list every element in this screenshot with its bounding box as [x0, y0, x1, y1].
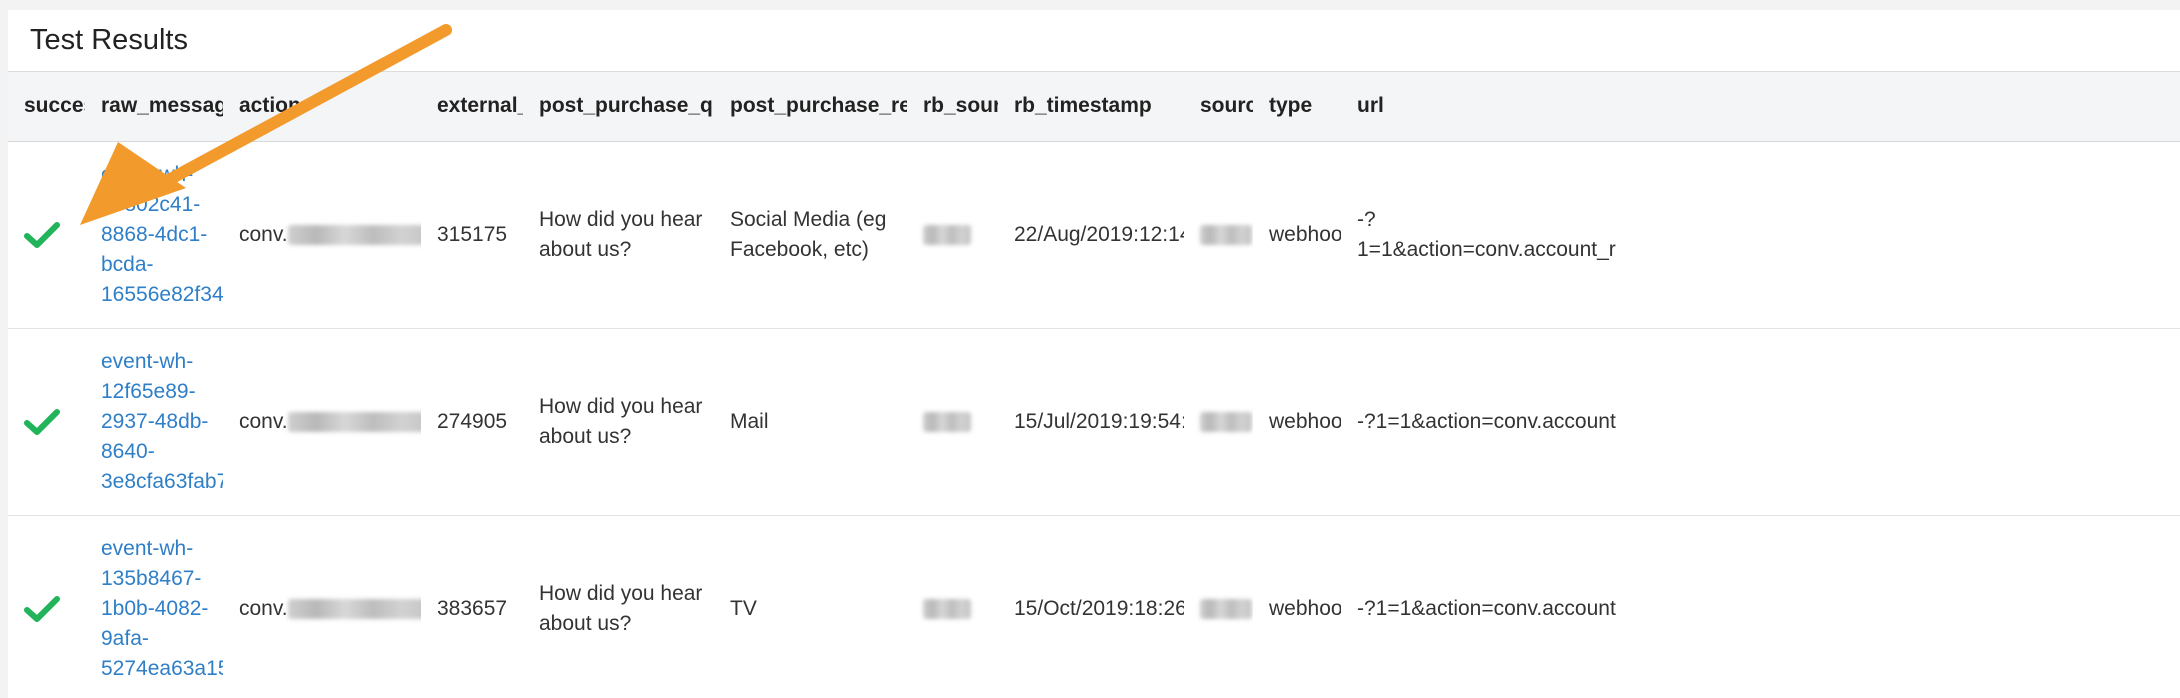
success-cell	[8, 515, 85, 698]
post-purchase-response-cell: Mail	[714, 328, 907, 516]
column-header-action[interactable]: action	[223, 72, 421, 142]
column-header-post-purchase-response[interactable]: post_purchase_response	[714, 72, 907, 142]
source-cell	[1184, 515, 1253, 698]
action-prefix: conv.	[239, 409, 288, 433]
post-purchase-response-cell: Social Media (eg Facebook, etc)	[714, 141, 907, 329]
post-purchase-question-cell: How did you hear about us?	[523, 141, 714, 329]
panel-header: Test Results	[8, 10, 2180, 72]
rb-source-cell	[907, 515, 998, 698]
panel-title: Test Results	[30, 24, 188, 56]
redacted-block	[1200, 411, 1252, 432]
url-cell: -?1=1&action=conv.account	[1341, 328, 2180, 516]
raw-message-id-link[interactable]: event-wh- 20802c41- 8868-4dc1- bcda- 165…	[101, 160, 223, 310]
column-header-rb-timestamp[interactable]: rb_timestamp	[998, 72, 1184, 142]
external-id-cell: 315175	[421, 141, 523, 329]
column-header-post-purchase-question[interactable]: post_purchase_question	[523, 72, 714, 142]
redacted-block	[923, 224, 971, 245]
redacted-block	[1200, 224, 1252, 245]
column-header-raw-message-id[interactable]: raw_message_id	[85, 72, 223, 142]
external-id-cell: 383657	[421, 515, 523, 698]
column-header-source[interactable]: source	[1184, 72, 1253, 142]
table-row: event-wh- 20802c41- 8868-4dc1- bcda- 165…	[8, 141, 2180, 329]
redacted-block	[287, 598, 421, 619]
raw-message-id-cell: event-wh- 135b8467- 1b0b-4082- 9afa- 527…	[85, 515, 223, 698]
column-header-external-id[interactable]: external_id	[421, 72, 523, 142]
url-cell: -?1=1&action=conv.account	[1341, 515, 2180, 698]
redacted-block	[287, 411, 421, 432]
rb-timestamp-cell: 15/Oct/2019:18:26:22	[998, 515, 1184, 698]
source-cell	[1184, 141, 1253, 329]
post-purchase-question-cell: How did you hear about us?	[523, 328, 714, 516]
rb-timestamp-cell: 15/Jul/2019:19:54:38	[998, 328, 1184, 516]
raw-message-id-cell: event-wh- 12f65e89- 2937-48db- 8640- 3e8…	[85, 328, 223, 516]
redacted-block	[923, 411, 971, 432]
column-header-type[interactable]: type	[1253, 72, 1341, 142]
column-header-success[interactable]: success	[8, 72, 85, 142]
post-purchase-response-cell: TV	[714, 515, 907, 698]
redacted-block	[287, 224, 421, 245]
checkmark-icon	[24, 408, 60, 435]
action-prefix: conv.	[239, 222, 288, 246]
column-header-url[interactable]: url	[1341, 72, 2180, 142]
type-cell: webhook	[1253, 328, 1341, 516]
success-cell	[8, 328, 85, 516]
table-row: event-wh- 135b8467- 1b0b-4082- 9afa- 527…	[8, 515, 2180, 698]
table-row: event-wh- 12f65e89- 2937-48db- 8640- 3e8…	[8, 328, 2180, 516]
type-cell: webhook	[1253, 515, 1341, 698]
action-cell: conv.	[223, 515, 421, 698]
checkmark-icon	[24, 595, 60, 622]
raw-message-id-cell: event-wh- 20802c41- 8868-4dc1- bcda- 165…	[85, 141, 223, 329]
external-id-cell: 274905	[421, 328, 523, 516]
raw-message-id-link[interactable]: event-wh- 135b8467- 1b0b-4082- 9afa- 527…	[101, 534, 223, 684]
post-purchase-question-cell: How did you hear about us?	[523, 515, 714, 698]
source-cell	[1184, 328, 1253, 516]
action-cell: conv.	[223, 141, 421, 329]
action-cell: conv.	[223, 328, 421, 516]
rb-timestamp-cell: 22/Aug/2019:12:14:25	[998, 141, 1184, 329]
results-table: success raw_message_id action external_i…	[8, 72, 2180, 698]
type-cell: webhook	[1253, 141, 1341, 329]
rb-source-cell	[907, 141, 998, 329]
rb-source-cell	[907, 328, 998, 516]
test-results-panel: Test Results success raw_message_id acti…	[8, 10, 2180, 698]
raw-message-id-link[interactable]: event-wh- 12f65e89- 2937-48db- 8640- 3e8…	[101, 347, 223, 497]
checkmark-icon	[24, 221, 60, 248]
redacted-block	[923, 598, 971, 619]
redacted-block	[1200, 598, 1252, 619]
action-prefix: conv.	[239, 596, 288, 620]
url-cell: -? 1=1&action=conv.account_r	[1341, 141, 2180, 329]
success-cell	[8, 141, 85, 329]
table-header-row: success raw_message_id action external_i…	[8, 72, 2180, 142]
column-header-rb-source[interactable]: rb_source	[907, 72, 998, 142]
